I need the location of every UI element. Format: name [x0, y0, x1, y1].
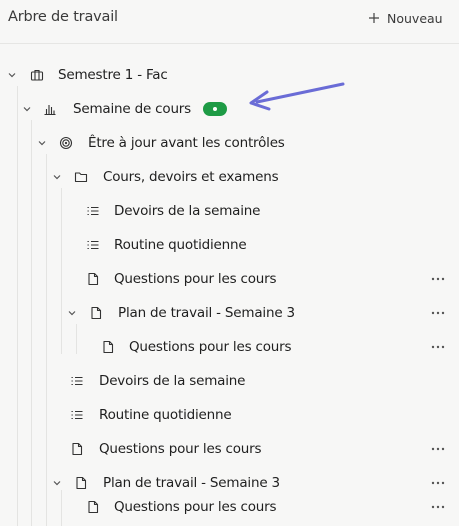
tree-row[interactable]: Questions pour les cours — [0, 432, 459, 466]
tree-row[interactable]: Cours, devoirs et examens — [0, 160, 459, 194]
tree-row[interactable]: Questions pour les cours — [0, 262, 459, 296]
tree-row[interactable]: Semestre 1 - Fac — [0, 58, 459, 92]
target-icon — [59, 136, 73, 150]
document-icon — [88, 272, 99, 286]
more-horizontal-icon — [431, 345, 445, 349]
tree-item-label: Cours, devoirs et examens — [103, 169, 279, 185]
annotation-arrow — [249, 82, 345, 111]
document-icon — [91, 306, 102, 320]
chevron-down-icon — [68, 311, 76, 316]
tree-row[interactable]: Plan de travail - Semaine 3 — [0, 296, 459, 330]
tree-row[interactable]: Semaine de cours — [0, 92, 459, 126]
new-button[interactable]: Nouveau — [368, 8, 443, 28]
panel-header: Arbre de travail Nouveau — [0, 0, 459, 38]
more-horizontal-icon — [431, 277, 445, 281]
status-badge — [203, 102, 227, 116]
more-options-button[interactable] — [431, 262, 445, 296]
expand-toggle[interactable] — [7, 58, 17, 92]
more-options-button[interactable] — [431, 330, 445, 364]
tree-item-label: Questions pour les cours — [114, 271, 277, 287]
more-horizontal-icon — [431, 505, 445, 509]
tree-item-label: Questions pour les cours — [129, 339, 292, 355]
tree-item-label: Routine quotidienne — [114, 237, 247, 253]
tree-item-label: Plan de travail - Semaine 3 — [103, 475, 280, 491]
list-icon — [71, 410, 83, 420]
tree-row[interactable]: Devoirs de la semaine — [0, 364, 459, 398]
document-icon — [103, 340, 114, 354]
new-button-label: Nouveau — [387, 10, 443, 26]
chevron-down-icon — [53, 481, 61, 486]
document-icon — [72, 442, 83, 456]
header-divider — [0, 43, 459, 44]
bar-chart-icon — [44, 105, 56, 116]
document-icon — [88, 500, 99, 514]
chevron-down-icon — [53, 175, 61, 180]
tree-item-label: Être à jour avant les contrôles — [88, 135, 285, 151]
more-horizontal-icon — [431, 481, 445, 485]
tree-row[interactable]: Routine quotidienne — [0, 228, 459, 262]
more-horizontal-icon — [431, 447, 445, 451]
tree-item-label: Plan de travail - Semaine 3 — [118, 305, 295, 321]
more-options-button[interactable] — [431, 296, 445, 330]
tree-row[interactable]: Routine quotidienne — [0, 398, 459, 432]
list-icon — [71, 376, 83, 386]
plus-icon — [369, 13, 379, 23]
tree-item-label: Devoirs de la semaine — [99, 373, 246, 389]
folder-icon — [74, 172, 88, 183]
tree-item-label: Semestre 1 - Fac — [58, 67, 168, 83]
tree-row[interactable]: Devoirs de la semaine — [0, 194, 459, 228]
list-icon — [87, 206, 99, 216]
panel-title: Arbre de travail — [8, 9, 118, 25]
more-horizontal-icon — [431, 311, 445, 315]
document-icon — [76, 476, 87, 490]
tree-row[interactable]: Questions pour les cours — [0, 330, 459, 364]
tree-item-label: Routine quotidienne — [99, 407, 232, 423]
chevron-down-icon — [23, 107, 31, 112]
briefcase-icon — [30, 69, 44, 81]
tree-item-label: Devoirs de la semaine — [114, 203, 261, 219]
tree-item-label: Questions pour les cours — [99, 441, 262, 457]
tree-item-label: Questions pour les cours — [114, 499, 277, 515]
tree-row[interactable]: Être à jour avant les contrôles — [0, 126, 459, 160]
chevron-down-icon — [8, 73, 16, 78]
tree-row[interactable]: Questions pour les cours — [0, 490, 459, 524]
list-icon — [87, 240, 99, 250]
more-options-button[interactable] — [431, 490, 445, 524]
chevron-down-icon — [38, 141, 46, 146]
expand-toggle[interactable] — [52, 160, 62, 194]
expand-toggle[interactable] — [67, 296, 77, 330]
expand-toggle[interactable] — [37, 126, 47, 160]
tree-item-label: Semaine de cours — [73, 101, 191, 117]
expand-toggle[interactable] — [22, 92, 32, 126]
more-options-button[interactable] — [431, 432, 445, 466]
